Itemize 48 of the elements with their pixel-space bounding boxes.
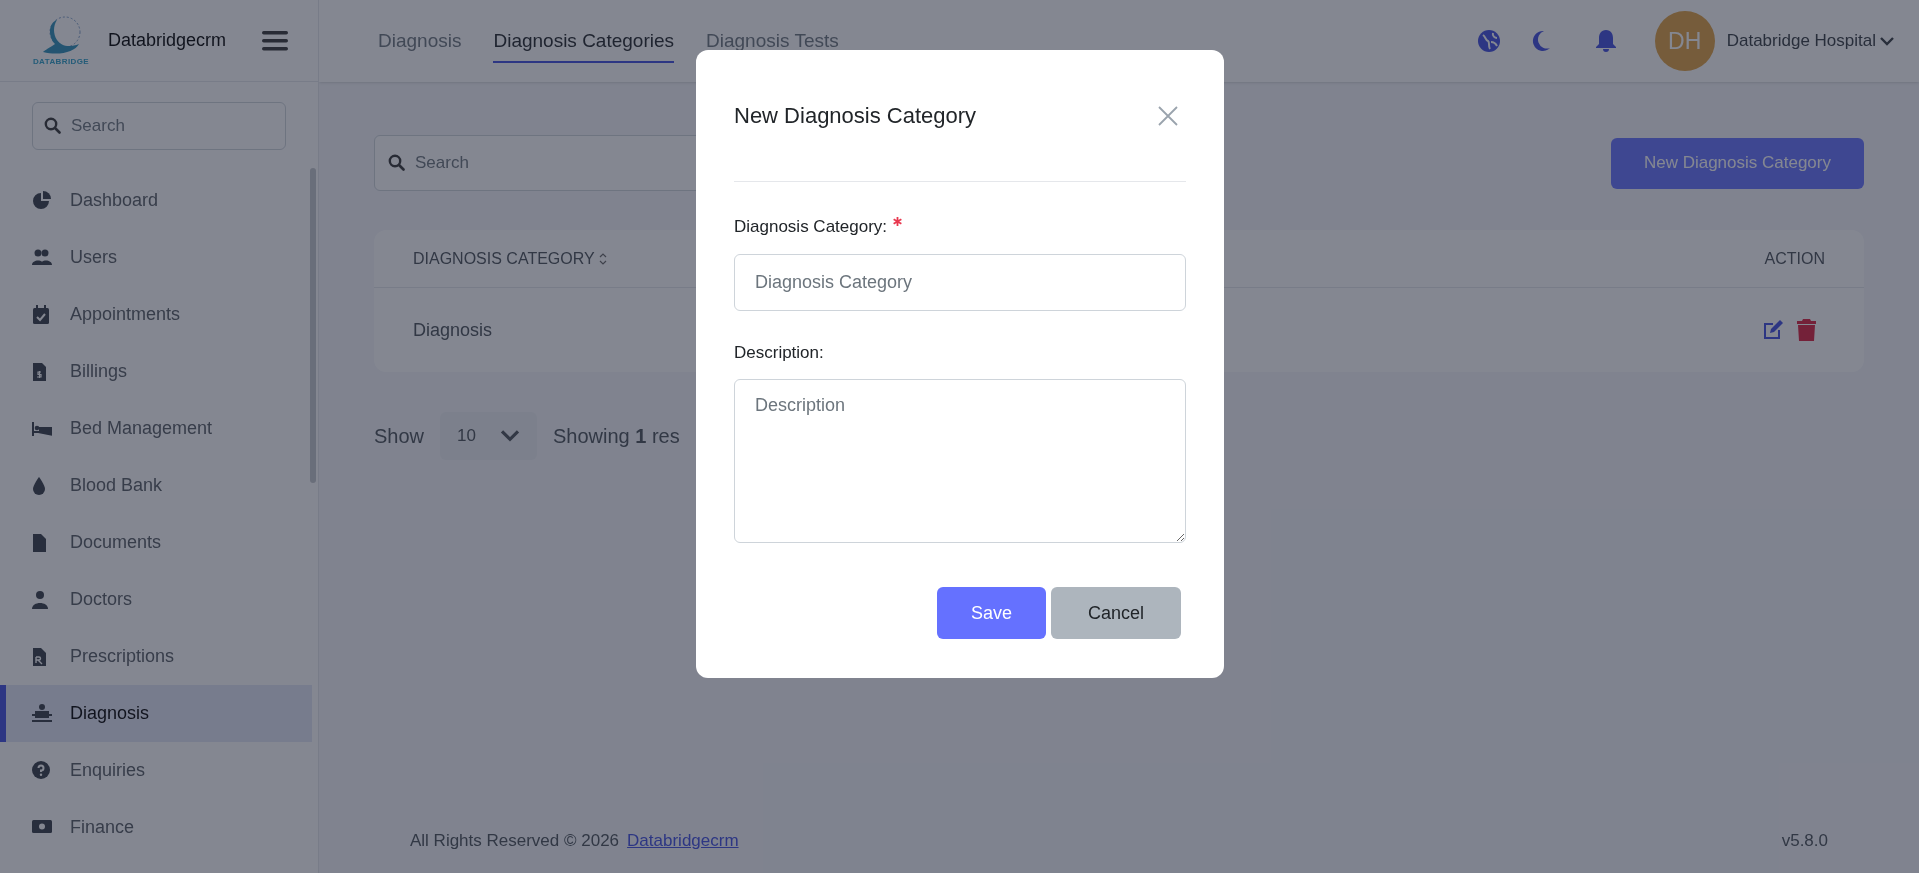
field-label: Description:: [734, 341, 824, 364]
user-avatar[interactable]: DH: [1654, 11, 1715, 71]
save-button[interactable]: Save: [937, 587, 1046, 639]
sidebar-item[interactable]: Documents: [0, 514, 312, 571]
chevron-down-icon: [1880, 36, 1894, 46]
brand-name: Databridgecrm: [108, 29, 227, 52]
users-icon: [32, 247, 52, 268]
show-label: Show: [374, 424, 425, 449]
scrollbar-thumb[interactable]: [310, 168, 316, 483]
search-icon: [44, 117, 61, 134]
calendar-icon: [32, 304, 52, 325]
sidebar-item[interactable]: Doctors: [0, 571, 312, 628]
sidebar-item[interactable]: Diagnosis: [0, 685, 312, 742]
column-header[interactable]: DIAGNOSIS CATEGORY: [413, 246, 607, 271]
new-category-button[interactable]: New Diagnosis Category: [1610, 137, 1864, 189]
column-header: ACTION: [1764, 248, 1825, 269]
sidebar-item[interactable]: Enquiries: [0, 742, 312, 799]
footer-link[interactable]: Databridgecrm: [627, 827, 739, 853]
search-icon: [388, 154, 405, 171]
modal-title: New Diagnosis Category: [734, 102, 977, 130]
close-icon[interactable]: [1158, 105, 1178, 126]
input-field[interactable]: Diagnosis Category: [734, 253, 1186, 311]
logo-text: DATABRIDGE: [32, 55, 90, 68]
tab[interactable]: Diagnosis Categories: [493, 21, 675, 63]
question-circle-icon: [32, 760, 52, 781]
sidebar-item[interactable]: Finance: [0, 799, 312, 856]
sidebar-item[interactable]: Prescriptions: [0, 628, 312, 685]
edit-icon[interactable]: [1761, 318, 1785, 342]
patient-icon: [32, 703, 52, 724]
tab[interactable]: Diagnosis Tests: [706, 21, 839, 63]
page-size-select[interactable]: 10: [440, 412, 537, 460]
field-label: Diagnosis Category:: [734, 216, 888, 238]
table-cell-text: Diagnosis: [413, 318, 493, 342]
user-menu[interactable]: Databridge Hospital: [1726, 28, 1894, 54]
chevron-down-icon: [499, 430, 520, 442]
trash-icon[interactable]: [1796, 318, 1817, 342]
tab[interactable]: Diagnosis: [378, 21, 462, 63]
results-summary: Showing 1 res: [552, 424, 680, 449]
copyright-text: All Rights Reserved © 2026: [410, 829, 620, 852]
menu-icon[interactable]: [262, 29, 288, 52]
pie-chart-icon: [32, 190, 52, 211]
version-text: v5.8.0: [1781, 829, 1828, 852]
globe-icon[interactable]: [1476, 29, 1501, 53]
sort-icon: [598, 252, 607, 265]
description-field[interactable]: Description: [734, 379, 1186, 543]
cancel-button[interactable]: Cancel: [1051, 587, 1181, 639]
search-field[interactable]: Search: [32, 102, 286, 150]
bell-icon[interactable]: [1594, 29, 1617, 53]
